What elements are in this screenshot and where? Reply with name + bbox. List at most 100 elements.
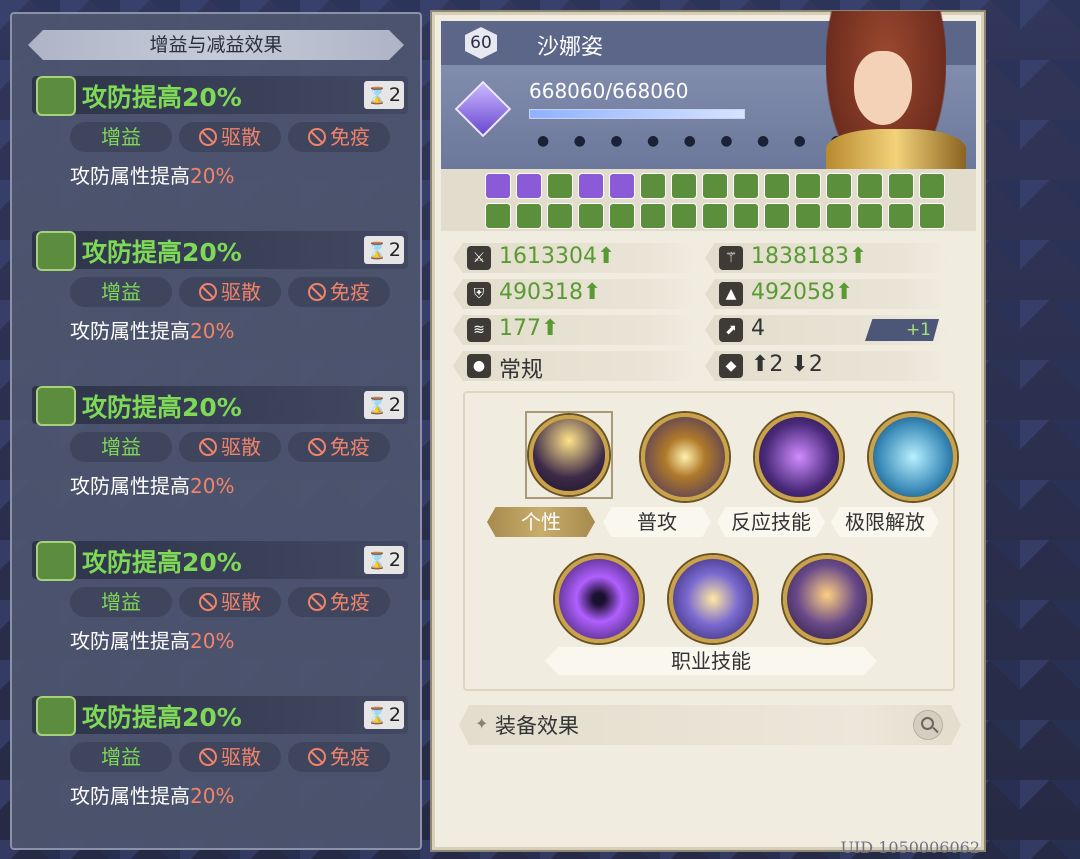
ban-icon <box>199 748 217 766</box>
staff-icon: ⚚ <box>719 246 743 270</box>
hp-bar <box>529 109 745 119</box>
buff-debuff-panel: 增益与减益效果 攻防提高20% ⌛ 2 增益 驱散 免疫 攻防属性提高20% 攻防… <box>10 12 422 850</box>
buff-description: 攻防属性提高20% <box>70 629 235 653</box>
tag-dispel: 驱散 <box>179 742 281 772</box>
move-bonus: +1 <box>865 319 939 341</box>
tag-buff: 增益 <box>70 432 172 462</box>
skill-normal-attack-icon[interactable] <box>641 413 729 501</box>
status-effect-icon <box>888 173 914 199</box>
tag-buff: 增益 <box>70 277 172 307</box>
ban-icon <box>199 593 217 611</box>
boot-icon: ⬈ <box>719 318 743 342</box>
equipment-effects-bar[interactable]: ✦ 装备效果 <box>459 705 961 745</box>
status-effect-icon <box>733 203 759 229</box>
hourglass-icon: ⌛ <box>366 551 387 570</box>
buff-name: 攻防提高20% <box>82 393 242 422</box>
stat-defense: ⛨ 490318⬆ <box>453 279 697 309</box>
skill-personality-icon[interactable] <box>529 415 609 495</box>
ban-icon <box>308 748 326 766</box>
ban-icon <box>308 438 326 456</box>
search-button[interactable] <box>913 710 943 740</box>
status-effect-icon <box>671 173 697 199</box>
status-effect-icon <box>516 173 542 199</box>
class-skills-label: 职业技能 <box>545 647 877 675</box>
ban-icon <box>199 283 217 301</box>
tag-immune: 免疫 <box>288 587 390 617</box>
attack-up-icon <box>36 76 76 116</box>
hourglass-icon: ⌛ <box>366 396 387 415</box>
attack-up-icon <box>36 541 76 581</box>
buff-description: 攻防属性提高20% <box>70 784 235 808</box>
buff-name: 攻防提高20% <box>82 238 242 267</box>
tag-dispel: 驱散 <box>179 122 281 152</box>
class-crystal-icon <box>454 80 512 138</box>
class-skill-3-icon[interactable] <box>783 555 871 643</box>
tab-ultimate[interactable]: 极限解放 <box>831 507 939 537</box>
status-effect-icon <box>826 203 852 229</box>
buff-entry: 攻防提高20% ⌛ 2 增益 驱散 免疫 攻防属性提高20% <box>32 231 408 371</box>
status-effect-icon <box>547 173 573 199</box>
ban-icon <box>308 128 326 146</box>
buff-entry: 攻防提高20% ⌛ 2 增益 驱散 免疫 攻防属性提高20% <box>32 76 408 216</box>
attack-up-icon <box>36 696 76 736</box>
status-effect-icon <box>640 203 666 229</box>
skill-ultimate-icon[interactable] <box>869 413 957 501</box>
status-effect-icon <box>857 203 883 229</box>
stat-speed: ≋ 177⬆ <box>453 315 697 345</box>
buff-name: 攻防提高20% <box>82 703 242 732</box>
tag-dispel: 驱散 <box>179 587 281 617</box>
buff-entry: 攻防提高20% ⌛ 2 增益 驱散 免疫 攻防属性提高20% <box>32 541 408 681</box>
hero-portrait <box>786 11 976 169</box>
turn-counter: ⌛ 2 <box>364 391 404 419</box>
status-effect-icon <box>795 173 821 199</box>
wizard-hat-icon: ▲ <box>719 282 743 306</box>
sparkle-icon: ✦ <box>475 714 489 733</box>
status-effects-strip <box>441 169 976 231</box>
tag-immune: 免疫 <box>288 122 390 152</box>
unit-type-icon: ● <box>467 354 491 378</box>
skill-reaction-icon[interactable] <box>755 413 843 501</box>
turn-counter: ⌛ 2 <box>364 701 404 729</box>
user-id: UID 1050006062 <box>840 838 980 857</box>
hero-name: 沙娜姿 <box>537 35 604 60</box>
ban-icon <box>308 283 326 301</box>
stat-attack: ⚔ 1613304⬆ <box>453 243 697 273</box>
stat-magic-defense: ▲ 492058⬆ <box>705 279 949 309</box>
tag-immune: 免疫 <box>288 277 390 307</box>
status-effect-icon <box>764 173 790 199</box>
tab-reaction-skill[interactable]: 反应技能 <box>717 507 825 537</box>
stat-jump: ◆ ⬆2 ⬇2 <box>705 351 949 381</box>
hero-header: 60 沙娜姿 668060/668060 ● ● ● ● ● ● ● ● ● ●… <box>441 11 976 169</box>
buff-entry: 攻防提高20% ⌛ 2 增益 驱散 免疫 攻防属性提高20% <box>32 696 408 836</box>
status-effect-icon <box>578 203 604 229</box>
hp-fill <box>530 110 744 118</box>
buff-description: 攻防属性提高20% <box>70 319 235 343</box>
ban-icon <box>308 593 326 611</box>
status-effect-icon <box>516 203 542 229</box>
status-effect-icon <box>702 173 728 199</box>
class-skill-2-icon[interactable] <box>669 555 757 643</box>
tab-normal-attack[interactable]: 普攻 <box>603 507 711 537</box>
ban-icon <box>199 128 217 146</box>
stat-movement: ⬈ 4 +1 <box>705 315 949 345</box>
tag-immune: 免疫 <box>288 742 390 772</box>
status-effect-icon <box>578 173 604 199</box>
skills-section: 个性 普攻 反应技能 极限解放 职业技能 <box>463 391 957 691</box>
turn-counter: ⌛ 2 <box>364 546 404 574</box>
hp-text: 668060/668060 <box>529 79 689 103</box>
tab-personality[interactable]: 个性 <box>487 507 595 537</box>
hourglass-icon: ⌛ <box>366 706 387 725</box>
tag-dispel: 驱散 <box>179 277 281 307</box>
buff-entry: 攻防提高20% ⌛ 2 增益 驱散 免疫 攻防属性提高20% <box>32 386 408 526</box>
status-effect-icon <box>485 173 511 199</box>
turn-counter: ⌛ 2 <box>364 81 404 109</box>
buff-name: 攻防提高20% <box>82 83 242 112</box>
ban-icon <box>199 438 217 456</box>
hourglass-icon: ⌛ <box>366 241 387 260</box>
status-effect-icon <box>733 173 759 199</box>
class-skill-1-icon[interactable] <box>555 555 643 643</box>
status-effect-icon <box>671 203 697 229</box>
level-badge: 60 <box>465 27 497 59</box>
status-effect-icon <box>888 203 914 229</box>
wing-icon: ≋ <box>467 318 491 342</box>
